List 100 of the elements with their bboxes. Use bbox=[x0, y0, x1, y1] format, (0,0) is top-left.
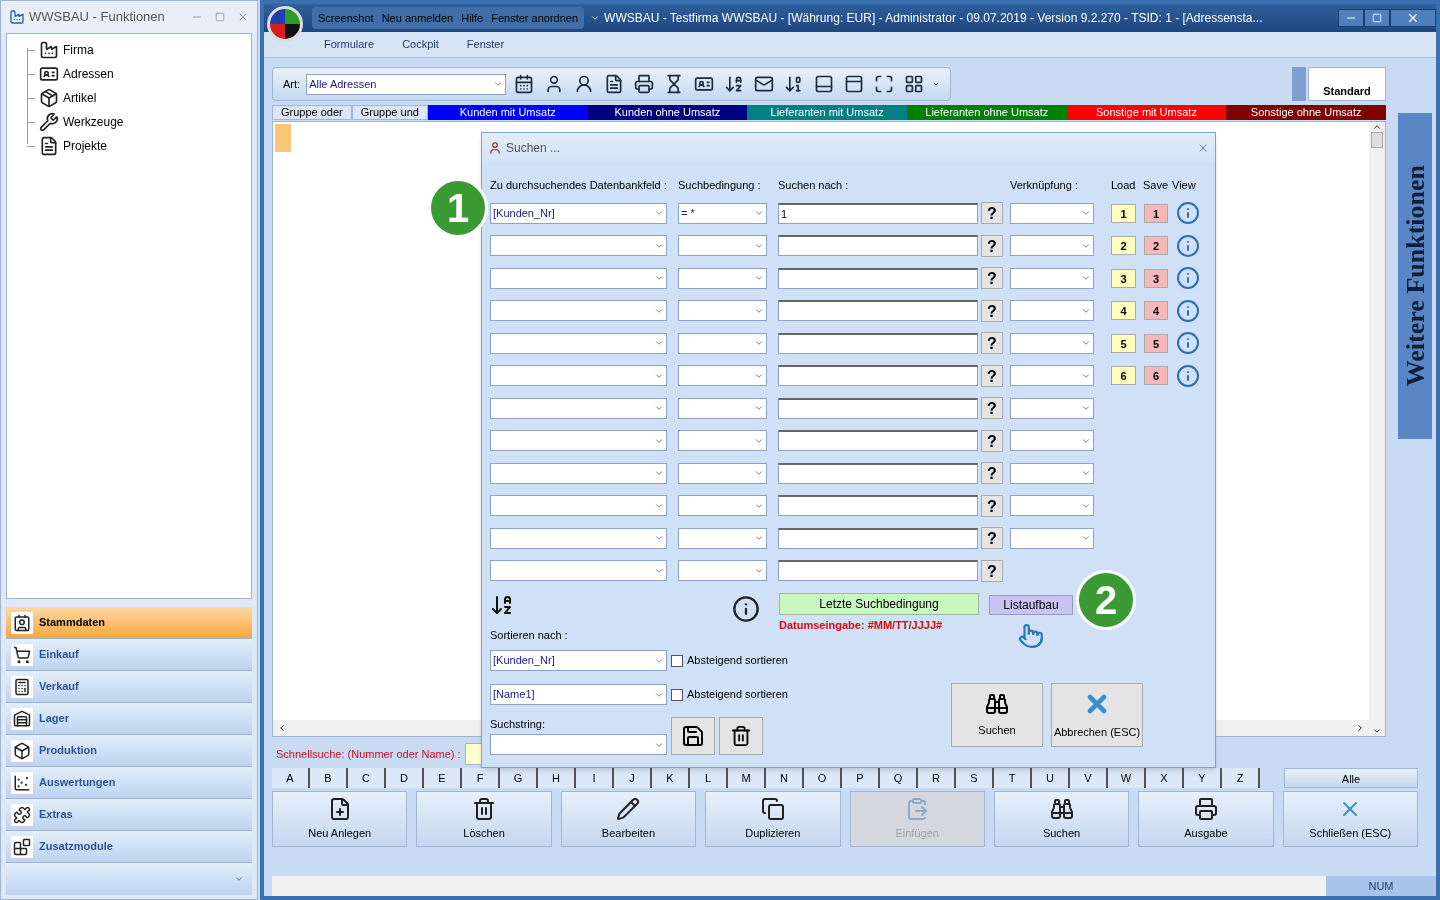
letter-button[interactable]: L bbox=[690, 768, 728, 788]
letter-button[interactable]: J bbox=[614, 768, 652, 788]
all-button[interactable]: Alle bbox=[1284, 768, 1418, 788]
help-button[interactable]: ? bbox=[981, 494, 1003, 517]
field-dropdown[interactable] bbox=[490, 462, 667, 484]
grid-icon[interactable] bbox=[904, 74, 925, 94]
checkbox[interactable] bbox=[671, 654, 683, 667]
list-layout-button[interactable]: Listaufbau bbox=[989, 595, 1073, 615]
link-dropdown[interactable] bbox=[1010, 397, 1094, 419]
menu-tab[interactable]: Formulare bbox=[324, 36, 375, 53]
filter-tab[interactable]: Lieferanten ohne Umsatz bbox=[906, 105, 1067, 120]
nav-item[interactable]: Produktion bbox=[6, 735, 252, 767]
save-button[interactable]: 2 bbox=[1144, 236, 1168, 256]
nav-item[interactable]: Extras bbox=[6, 799, 252, 831]
letter-button[interactable]: M bbox=[728, 768, 766, 788]
search-value-field[interactable] bbox=[778, 560, 978, 582]
load-button[interactable]: 2 bbox=[1111, 236, 1136, 256]
field-dropdown[interactable] bbox=[490, 495, 667, 517]
load-button[interactable]: 4 bbox=[1111, 301, 1136, 321]
sort-icon[interactable] bbox=[490, 593, 514, 617]
condition-dropdown[interactable] bbox=[678, 527, 767, 549]
info-icon[interactable] bbox=[732, 595, 760, 623]
help-button[interactable]: ? bbox=[981, 364, 1003, 387]
link-dropdown[interactable] bbox=[1010, 527, 1094, 549]
load-button[interactable]: 5 bbox=[1111, 333, 1136, 353]
save-button[interactable]: 3 bbox=[1144, 268, 1168, 288]
link-dropdown[interactable] bbox=[1010, 365, 1094, 387]
link-dropdown[interactable] bbox=[1010, 332, 1094, 354]
sort-az-icon[interactable] bbox=[724, 74, 745, 94]
letter-button[interactable]: S bbox=[956, 768, 994, 788]
save-button[interactable]: 5 bbox=[1144, 333, 1168, 353]
condition-dropdown[interactable] bbox=[678, 397, 767, 419]
action-button[interactable]: Löschen bbox=[416, 791, 552, 847]
search-value-field[interactable] bbox=[778, 267, 978, 289]
quick-access-item[interactable]: Fenster anordnen bbox=[491, 9, 579, 27]
action-button[interactable]: Bearbeiten bbox=[560, 791, 697, 847]
tree-item[interactable]: Projekte bbox=[63, 137, 108, 155]
mail-icon[interactable] bbox=[754, 74, 775, 94]
letter-button[interactable]: D bbox=[386, 768, 424, 788]
search-value-field[interactable] bbox=[778, 430, 978, 452]
link-dropdown[interactable] bbox=[1010, 235, 1094, 257]
filter-tab[interactable]: Kunden mit Umsatz bbox=[427, 105, 588, 120]
letter-button[interactable]: N bbox=[766, 768, 804, 788]
action-button[interactable]: Neu Anlegen bbox=[272, 791, 408, 847]
layout-button[interactable]: Standard bbox=[1308, 67, 1386, 101]
search-value-field[interactable] bbox=[778, 365, 978, 387]
card-icon[interactable] bbox=[694, 74, 715, 94]
link-dropdown[interactable] bbox=[1010, 300, 1094, 322]
help-button[interactable]: ? bbox=[981, 527, 1003, 550]
field-dropdown[interactable] bbox=[490, 397, 667, 419]
help-button[interactable]: ? bbox=[981, 202, 1003, 225]
overflow-icon[interactable] bbox=[932, 80, 941, 88]
help-button[interactable]: ? bbox=[981, 397, 1003, 420]
frame-icon[interactable] bbox=[874, 74, 895, 94]
calendar-icon[interactable] bbox=[514, 74, 535, 94]
help-button[interactable]: ? bbox=[981, 299, 1003, 322]
caret-icon[interactable] bbox=[590, 13, 601, 23]
tree-item[interactable]: Adressen bbox=[63, 65, 114, 83]
save-button[interactable]: 4 bbox=[1144, 301, 1168, 321]
field-dropdown[interactable] bbox=[490, 560, 667, 582]
search-value-field[interactable] bbox=[778, 527, 978, 549]
condition-dropdown[interactable] bbox=[678, 365, 767, 387]
close-icon[interactable] bbox=[1197, 142, 1209, 154]
nav-item[interactable]: Einkauf bbox=[6, 639, 252, 671]
minimize-icon[interactable] bbox=[1338, 9, 1364, 27]
field-dropdown[interactable] bbox=[490, 365, 667, 387]
field-dropdown[interactable] bbox=[490, 235, 667, 257]
condition-dropdown[interactable] bbox=[678, 332, 767, 354]
document-icon[interactable] bbox=[604, 74, 625, 94]
nav-item[interactable]: Zusatzmodule bbox=[6, 831, 252, 863]
link-dropdown[interactable] bbox=[1010, 462, 1094, 484]
letter-button[interactable]: B bbox=[310, 768, 348, 788]
nav-item[interactable]: Stammdaten bbox=[6, 607, 252, 639]
nav-item[interactable]: Auswertungen bbox=[6, 767, 252, 799]
maximize-icon[interactable] bbox=[1364, 9, 1390, 27]
checkbox[interactable] bbox=[671, 688, 683, 701]
link-dropdown[interactable] bbox=[1010, 495, 1094, 517]
letter-button[interactable]: X bbox=[1146, 768, 1184, 788]
sort-dropdown[interactable]: [Kunden_Nr] bbox=[490, 650, 667, 671]
sort-dropdown[interactable]: [Name1] bbox=[490, 684, 667, 705]
close-icon[interactable] bbox=[1390, 9, 1436, 27]
condition-dropdown[interactable] bbox=[678, 462, 767, 484]
quick-access-item[interactable]: Screenshot bbox=[318, 9, 374, 27]
search-value-field[interactable] bbox=[778, 462, 978, 484]
side-tab[interactable]: Weitere Funktionen bbox=[1398, 113, 1432, 439]
save-button[interactable]: 6 bbox=[1144, 366, 1168, 386]
condition-dropdown[interactable] bbox=[678, 267, 767, 289]
panel-icon[interactable] bbox=[814, 74, 835, 94]
letter-button[interactable]: I bbox=[576, 768, 614, 788]
save-button[interactable]: 1 bbox=[1144, 203, 1168, 223]
help-button[interactable]: ? bbox=[981, 234, 1003, 257]
scroll-left-icon[interactable] bbox=[277, 723, 287, 733]
letter-button[interactable]: O bbox=[804, 768, 842, 788]
letter-button[interactable]: G bbox=[500, 768, 538, 788]
filter-tab[interactable]: Sonstige ohne Umsatz bbox=[1226, 105, 1386, 120]
help-button[interactable]: ? bbox=[981, 267, 1003, 290]
help-button[interactable]: ? bbox=[981, 429, 1003, 452]
condition-dropdown[interactable] bbox=[678, 560, 767, 582]
search-value-field[interactable]: 1 bbox=[778, 202, 978, 224]
quick-access-item[interactable]: Hilfe bbox=[461, 9, 484, 27]
